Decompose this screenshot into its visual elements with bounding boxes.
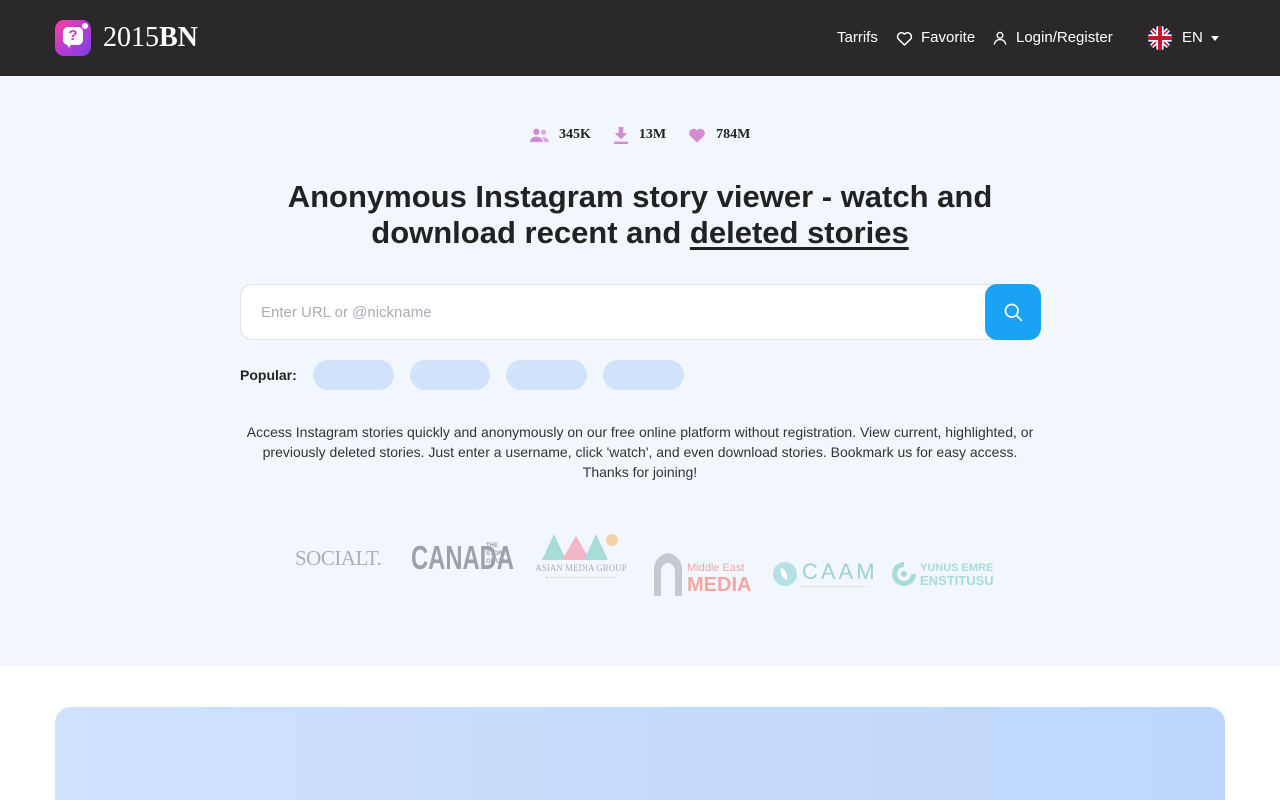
search-box (240, 284, 1041, 340)
chevron-down-icon (1210, 35, 1219, 41)
asian-media-group-logo: ASIAN MEDIA GROUP (532, 530, 630, 590)
search-input[interactable] (261, 285, 981, 339)
stat-likes: 784M (688, 126, 750, 144)
stats-bar: 345K 13M 784M (530, 126, 772, 144)
yunus-emre-logo: YUNUS EMRE ENSTITUSU (891, 544, 994, 604)
nav-login-link[interactable]: Login/Register (992, 29, 1113, 47)
popular-label: Popular: (240, 367, 297, 383)
uk-flag-icon (1148, 26, 1172, 50)
language-selector[interactable]: EN (1148, 26, 1219, 50)
nav-favorite-link[interactable]: Favorite (896, 29, 975, 47)
nav-tarrifs-link[interactable]: Tarrifs (837, 29, 878, 47)
popular-chip[interactable] (506, 360, 587, 390)
search-button[interactable] (985, 284, 1041, 340)
brand-logo-icon[interactable]: ? (55, 20, 91, 56)
middle-east-media-logo: Middle East MEDIA (651, 536, 751, 596)
stat-downloads: 13M (613, 126, 666, 144)
intro-description: Access Instagram stories quickly and ano… (246, 424, 1034, 480)
yunus-emre-mark-icon (892, 562, 916, 586)
popular-chip[interactable] (313, 360, 394, 390)
canada-logo: CANADA THE STORY OF US (411, 539, 514, 576)
caam-logo: CAAM (772, 544, 878, 604)
user-icon (993, 31, 1007, 45)
popular-chip[interactable] (410, 360, 490, 390)
caam-mark-icon (773, 562, 797, 586)
feature-card (55, 707, 1225, 800)
users-icon (530, 128, 549, 143)
heart-icon (896, 31, 913, 46)
brand-name[interactable]: 2015BN (103, 22, 198, 54)
top-navbar: ? 2015BN Tarrifs Favorite Login/Register… (0, 0, 1280, 76)
search-icon (1004, 303, 1023, 322)
popular-chip[interactable] (603, 360, 684, 390)
deleted-stories-link[interactable]: deleted stories (690, 215, 909, 250)
amg-mark-icon (542, 534, 618, 560)
page-title: Anonymous Instagram story viewer - watch… (287, 179, 993, 250)
mosque-outline-icon (654, 553, 682, 596)
stat-users: 345K (530, 126, 591, 144)
download-icon (613, 126, 628, 144)
heart-icon (689, 128, 705, 143)
socialt-logo: SOCIALT. (295, 546, 382, 570)
